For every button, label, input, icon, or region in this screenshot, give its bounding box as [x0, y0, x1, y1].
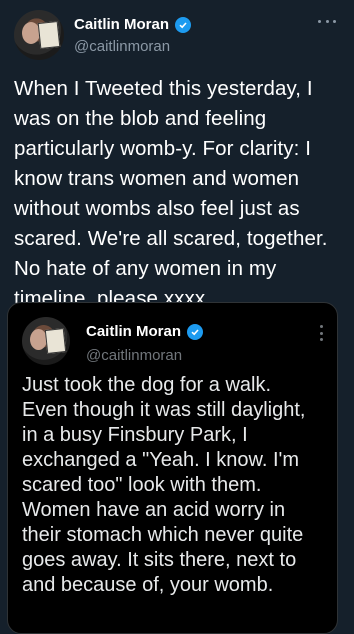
- quoted-tweet-header: Caitlin Moran @caitlinmoran: [22, 315, 325, 365]
- author-avatar[interactable]: [14, 10, 64, 60]
- quoted-author-handle[interactable]: @caitlinmoran: [86, 347, 182, 364]
- quoted-author-display-name[interactable]: Caitlin Moran: [86, 323, 181, 340]
- author-name-row[interactable]: Caitlin Moran: [74, 16, 192, 34]
- verified-badge-icon: [187, 323, 204, 340]
- quoted-author-avatar[interactable]: [22, 317, 70, 365]
- tweet-header: Caitlin Moran @caitlinmoran: [14, 10, 340, 62]
- quoted-tweet[interactable]: Caitlin Moran @caitlinmoran Just took th…: [7, 302, 338, 634]
- quoted-tweet-text: Just took the dog for a walk. Even thoug…: [22, 374, 306, 596]
- tweet-text: When I Tweeted this yesterday, I was on …: [14, 77, 328, 310]
- more-horizontal-icon[interactable]: [318, 16, 336, 26]
- avatar-sign: [37, 21, 61, 49]
- quoted-author-name-row[interactable]: Caitlin Moran: [86, 323, 204, 340]
- avatar-sign: [44, 328, 67, 354]
- author-display-name[interactable]: Caitlin Moran: [74, 16, 169, 34]
- verified-badge-icon: [175, 17, 192, 33]
- more-vertical-icon[interactable]: [319, 325, 323, 341]
- author-handle[interactable]: @caitlinmoran: [74, 38, 170, 55]
